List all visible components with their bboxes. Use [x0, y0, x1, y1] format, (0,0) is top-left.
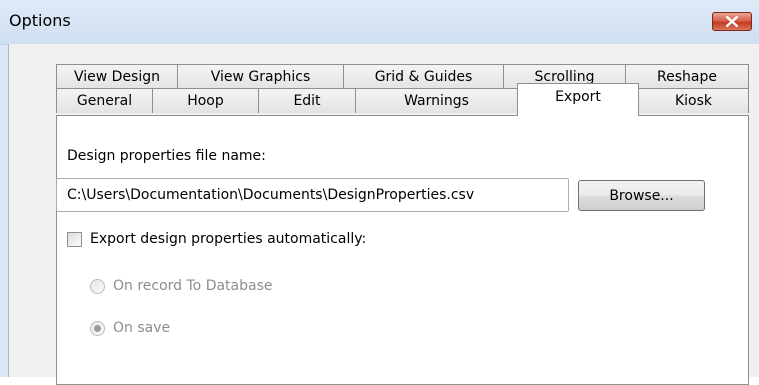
- tab-general[interactable]: General: [56, 88, 153, 113]
- auto-export-checkbox[interactable]: [67, 232, 82, 247]
- on-record-to-database-label: On record To Database: [113, 278, 273, 294]
- tab-kiosk[interactable]: Kiosk: [638, 88, 749, 113]
- radio-selected-dot: [94, 325, 101, 332]
- radio-on-record-to-database: [90, 279, 105, 294]
- on-save-label: On save: [113, 320, 171, 336]
- tab-warnings[interactable]: Warnings: [355, 88, 518, 113]
- filename-label: Design properties file name:: [67, 148, 266, 164]
- tab-hoop[interactable]: Hoop: [152, 88, 259, 113]
- title-bar[interactable]: Options: [0, 0, 759, 45]
- filename-input[interactable]: [56, 178, 569, 212]
- tab-grid-guides[interactable]: Grid & Guides: [343, 64, 504, 89]
- close-button[interactable]: [712, 12, 752, 31]
- tab-view-design[interactable]: View Design: [56, 64, 178, 89]
- browse-button[interactable]: Browse...: [578, 180, 705, 211]
- close-x-icon: [726, 16, 738, 27]
- tab-edit[interactable]: Edit: [258, 88, 356, 113]
- auto-export-label: Export design properties automatically:: [90, 231, 367, 247]
- window-title: Options: [9, 11, 71, 30]
- options-dialog: Options View Design View Graphics Grid &…: [0, 0, 759, 385]
- tab-export[interactable]: Export: [517, 83, 639, 116]
- tab-view-graphics[interactable]: View Graphics: [177, 64, 344, 89]
- tab-reshape[interactable]: Reshape: [625, 64, 749, 89]
- radio-on-save: [90, 321, 105, 336]
